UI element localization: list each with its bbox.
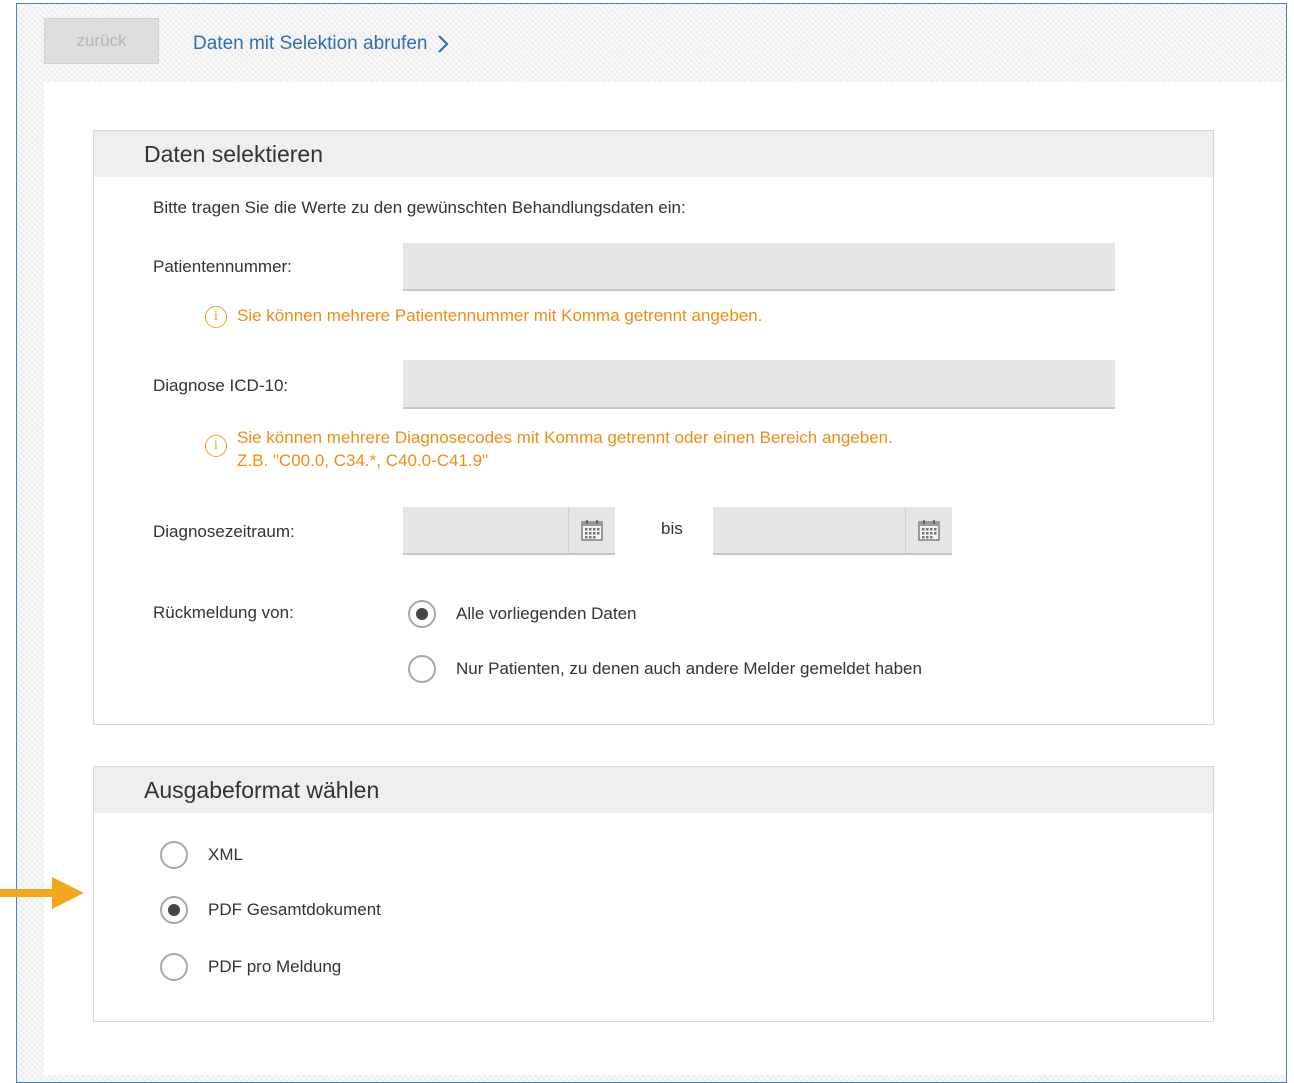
format-option-pdf-per-report[interactable]: PDF pro Meldung [160,953,341,981]
fetch-data-label: Daten mit Selektion abrufen [193,33,428,54]
period-from-input[interactable] [403,507,615,555]
patient-number-hint: i Sie können mehrere Patientennummer mit… [205,306,762,328]
period-to-input[interactable] [713,507,952,555]
radio-button[interactable] [160,896,188,924]
format-option-pdf-total[interactable]: PDF Gesamtdokument [160,896,381,924]
radio-button[interactable] [408,655,436,683]
chevron-right-icon [437,34,450,54]
format-option-xml[interactable]: XML [160,841,243,869]
feedback-from-label: Rückmeldung von: [153,603,294,622]
info-icon: i [205,306,227,328]
arrow-right-icon [0,875,90,916]
period-between-label: bis [661,519,683,538]
icd10-input[interactable] [403,360,1115,409]
fetch-data-link[interactable]: Daten mit Selektion abrufen [193,33,450,55]
icd10-hint-line1: Sie können mehrere Diagnosecodes mit Kom… [237,428,893,447]
patient-number-label: Patientennummer: [153,257,292,276]
feedback-option-all-label: Alle vorliegenden Daten [456,604,637,623]
format-option-pdf-per-report-label: PDF pro Meldung [208,957,342,976]
back-button[interactable]: zurück [44,18,159,64]
calendar-icon[interactable] [905,507,952,553]
icd10-label: Diagnose ICD-10: [153,376,289,395]
diagnosis-period-label: Diagnosezeitraum: [153,522,295,541]
info-icon: i [205,435,227,457]
patient-number-hint-text: Sie können mehrere Patientennummer mit K… [237,306,763,325]
feedback-option-all[interactable]: Alle vorliegenden Daten [408,600,637,628]
output-format-title: Ausgabeformat wählen [94,767,1213,813]
select-data-title: Daten selektieren [94,131,1213,177]
format-option-pdf-total-label: PDF Gesamtdokument [208,900,381,919]
icd10-hint: i Sie können mehrere Diagnosecodes mit K… [205,426,893,472]
radio-button[interactable] [408,600,436,628]
radio-button[interactable] [160,953,188,981]
patient-number-input[interactable] [403,243,1115,291]
calendar-icon[interactable] [568,507,615,553]
radio-button[interactable] [160,841,188,869]
format-option-xml-label: XML [208,845,243,864]
feedback-option-others[interactable]: Nur Patienten, zu denen auch andere Meld… [408,655,922,683]
icd10-hint-line2: Z.B. "C00.0, C34.*, C40.0-C41.9" [237,451,489,470]
output-format-panel: Ausgabeformat wählen [93,766,1214,1022]
intro-text: Bitte tragen Sie die Werte zu den gewüns… [153,198,686,217]
feedback-option-others-label: Nur Patienten, zu denen auch andere Meld… [456,659,922,678]
